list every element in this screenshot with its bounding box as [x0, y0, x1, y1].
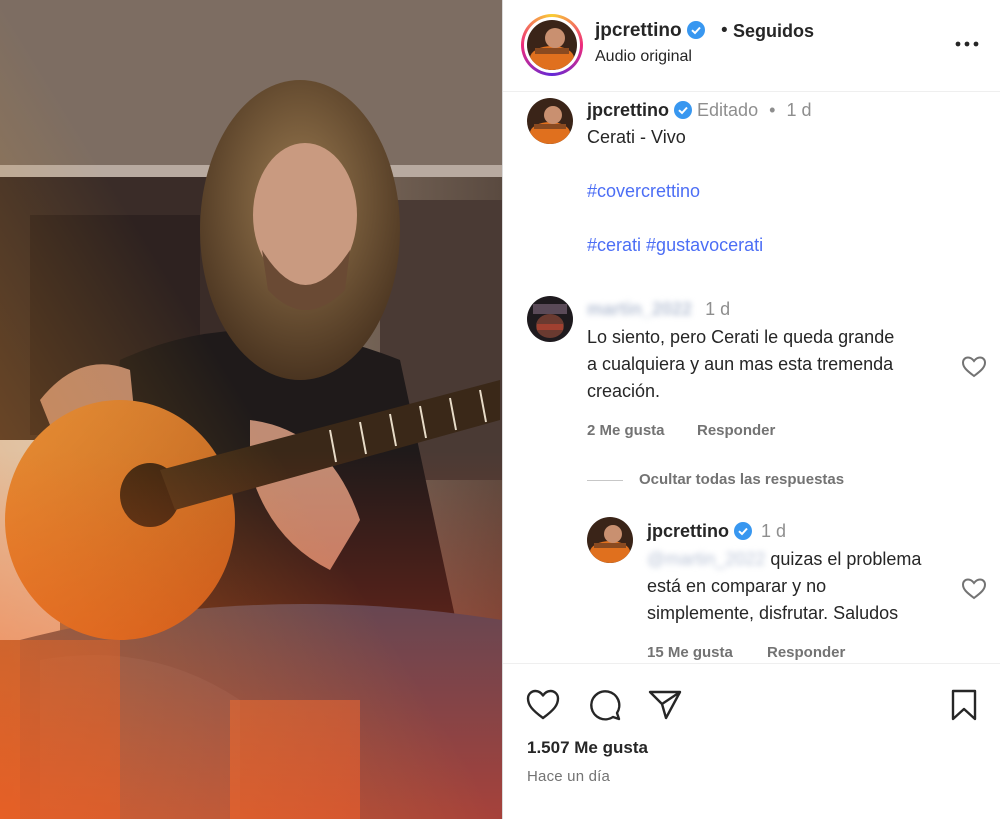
verified-badge-icon — [686, 21, 705, 39]
following-button[interactable]: Seguidos — [733, 21, 814, 42]
caption-age: 1 d — [786, 100, 812, 120]
reply-mention[interactable]: @martin_2022 — [647, 549, 765, 569]
caption-username[interactable]: jpcrettino — [587, 100, 669, 120]
post-likes-count[interactable]: 1.507 Me gusta — [527, 738, 648, 758]
comment-text-line3: creación. — [587, 381, 661, 401]
hashtag-covercrettino[interactable]: #covercrettino — [587, 178, 700, 205]
reply-text-line3: simplemente, disfrutar. Saludos — [647, 603, 899, 623]
comment-icon[interactable] — [587, 688, 623, 727]
post-timestamp: Hace un día — [527, 768, 611, 785]
post-header: jpcrettino • Seguidos Audio original — [503, 0, 1000, 92]
reply-age: 1 d — [761, 521, 787, 541]
more-options-icon[interactable] — [953, 32, 981, 56]
audio-link[interactable]: Audio original — [595, 48, 692, 66]
header-username-text[interactable]: jpcrettino — [595, 20, 682, 41]
reply-likes-count[interactable]: 15 Me gusta — [647, 644, 733, 661]
comment-text-line1: Lo siento, pero Cerati le queda grande — [587, 327, 895, 347]
story-avatar[interactable] — [521, 14, 583, 76]
reply-text-line1: @martin_2022 quizas el problema — [647, 546, 921, 573]
comments-list[interactable]: jpcrettino Editado • 1 d Cerati - Vivo #… — [503, 93, 1000, 663]
edited-label: Editado — [697, 100, 759, 120]
comment-header: martin_2022 1 d — [587, 296, 730, 323]
header-separator: • — [721, 20, 728, 41]
comment-avatar[interactable] — [527, 296, 573, 342]
reply-reply-button[interactable]: Responder — [767, 644, 845, 661]
reply-username[interactable]: jpcrettino — [647, 521, 729, 541]
comment-age: 1 d — [705, 299, 731, 319]
post-video[interactable] — [0, 0, 502, 819]
reply-text-line2: está en comparar y no — [647, 576, 827, 596]
caption-header: jpcrettino Editado • 1 d — [587, 97, 811, 124]
comment-text-line2: a cualquiera y aun mas esta tremenda — [587, 354, 894, 374]
caption-separator: • — [769, 100, 776, 120]
reply-like-heart-icon[interactable] — [961, 577, 987, 601]
reply-text-line1-rest: quizas el problema — [765, 549, 922, 569]
comment-likes-count[interactable]: 2 Me gusta — [587, 422, 665, 439]
hide-replies-button[interactable]: Ocultar todas las respuestas — [639, 471, 844, 488]
post-side-panel: jpcrettino • Seguidos Audio original jpc… — [502, 0, 1000, 819]
caption-avatar[interactable] — [527, 98, 573, 144]
heart-icon[interactable] — [525, 688, 561, 727]
paper-plane-icon[interactable] — [647, 688, 683, 727]
verified-badge-icon — [674, 101, 693, 119]
replies-divider — [587, 480, 623, 481]
comment-username[interactable]: martin_2022 — [587, 299, 692, 319]
caption-hashtags-line: #cerati #gustavocerati — [587, 232, 763, 259]
caption-text: Cerati - Vivo — [587, 127, 686, 147]
comment-like-heart-icon[interactable] — [961, 355, 987, 379]
comment-reply-button[interactable]: Responder — [697, 422, 775, 439]
hashtag-cerati[interactable]: #cerati — [587, 235, 641, 255]
reply-avatar[interactable] — [587, 517, 633, 563]
reply-header: jpcrettino 1 d — [647, 518, 786, 545]
verified-badge-icon — [734, 522, 753, 540]
header-username[interactable]: jpcrettino — [595, 20, 705, 42]
bookmark-icon[interactable] — [949, 688, 979, 727]
post-actions: 1.507 Me gusta Hace un día — [503, 663, 1000, 819]
avatar — [527, 20, 577, 70]
hashtag-gustavocerati[interactable]: #gustavocerati — [646, 235, 763, 255]
video-frame-image — [0, 0, 502, 819]
